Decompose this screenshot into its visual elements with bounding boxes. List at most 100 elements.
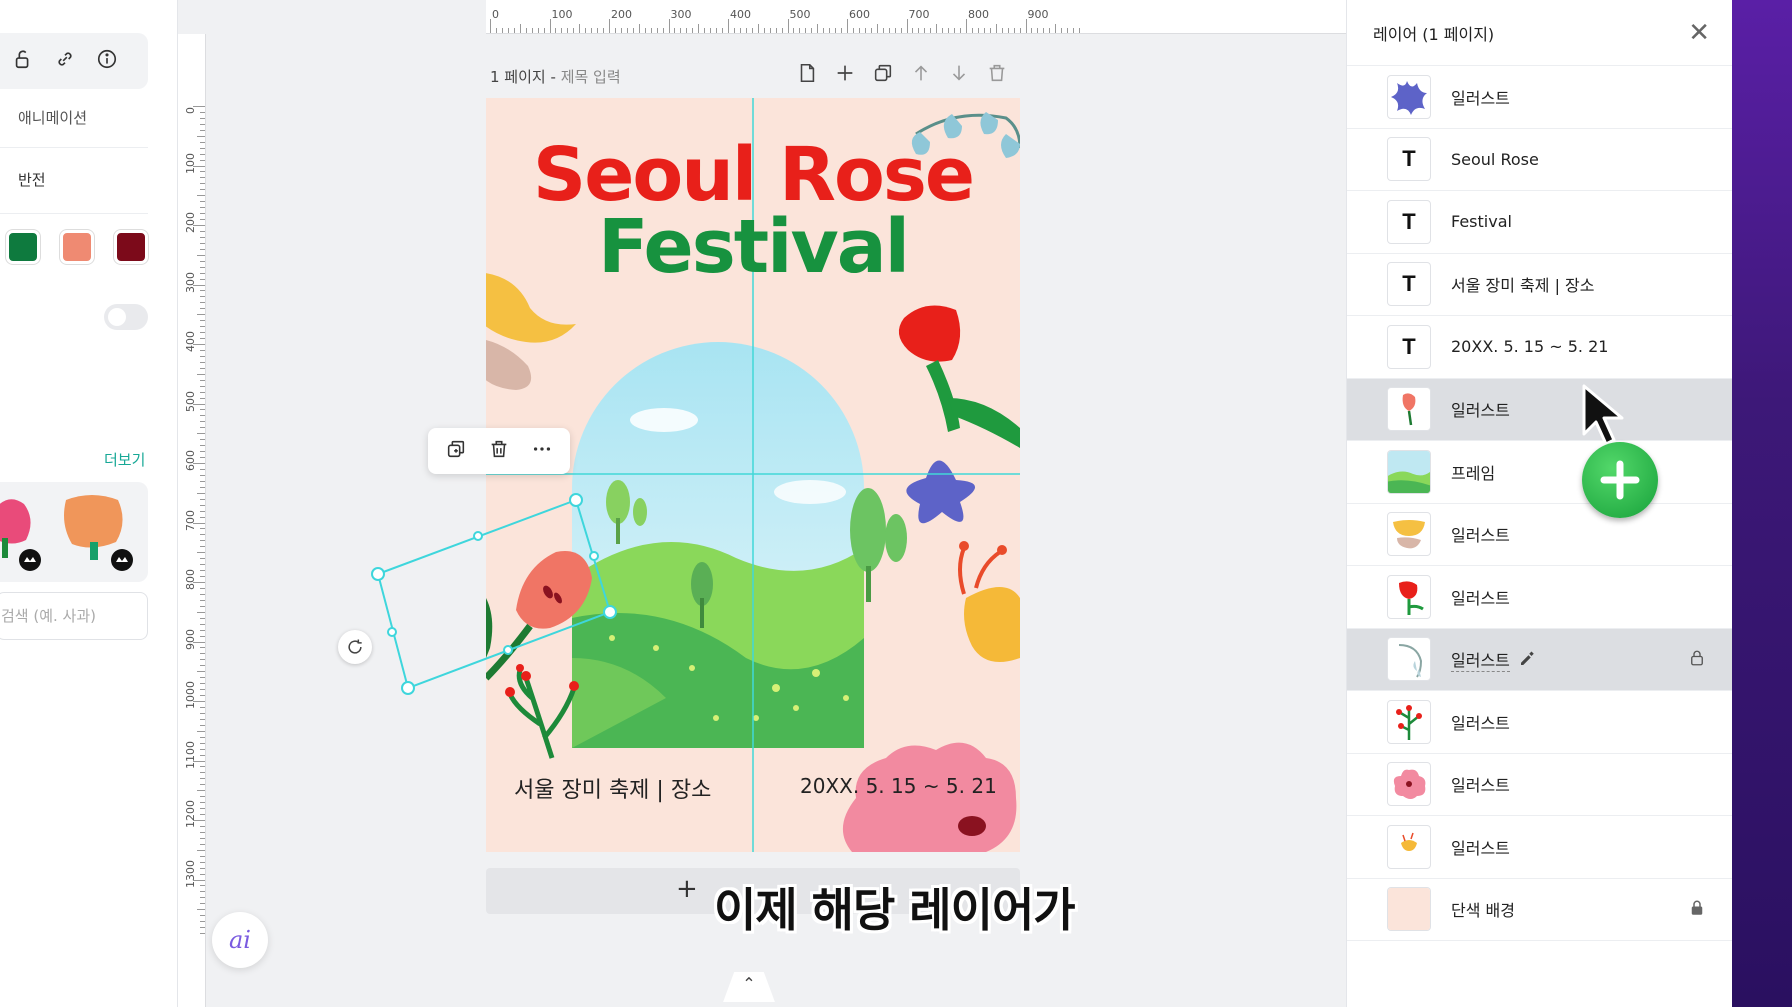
ruler-tick <box>193 760 205 762</box>
ruler-tick <box>197 433 205 435</box>
ruler-tick <box>200 177 205 179</box>
resize-handle[interactable] <box>589 551 599 561</box>
poster-page[interactable]: Seoul Rose Festival 서울 장미 축제 | 장소 20XX. … <box>486 98 1020 852</box>
info-icon[interactable] <box>96 48 118 74</box>
layer-row[interactable]: 일러스트 <box>1347 628 1732 691</box>
ruler-tick <box>200 516 205 518</box>
more-icon[interactable] <box>531 438 553 464</box>
ruler-tick <box>200 201 205 203</box>
move-up-icon[interactable] <box>910 62 932 84</box>
duplicate-icon[interactable] <box>445 438 467 464</box>
ruler-tick <box>200 236 205 238</box>
resize-handle[interactable] <box>569 493 583 507</box>
rotate-handle[interactable] <box>338 630 372 664</box>
poster-title-line1[interactable]: Seoul Rose <box>486 138 1020 212</box>
ruler-tick <box>960 28 962 33</box>
ruler-tick <box>200 385 205 387</box>
layer-row[interactable]: 일러스트 <box>1347 66 1732 129</box>
blue-flower-illustration[interactable] <box>906 460 976 524</box>
orange-tulip-thumb[interactable] <box>64 495 133 571</box>
ruler-tick-label: 800 <box>184 569 197 590</box>
layer-label: 일러스트 <box>1451 588 1510 608</box>
delete-page-icon[interactable] <box>986 62 1008 84</box>
ruler-tick <box>983 28 985 33</box>
ruler-tick <box>525 28 527 33</box>
layer-row[interactable]: 일러스트 <box>1347 504 1732 566</box>
page-icon[interactable] <box>796 62 818 84</box>
unlock-icon[interactable] <box>12 48 34 74</box>
layer-list: 일러스트 T Seoul Rose T Festival T 서울 장미 축제 | 장소 T 2… <box>1347 66 1732 941</box>
close-icon[interactable]: ✕ <box>1688 20 1710 46</box>
layer-label: 단색 배경 <box>1451 901 1515 921</box>
ruler-tick <box>200 219 205 221</box>
object-toolbar <box>0 33 148 89</box>
unlock-icon[interactable] <box>1688 649 1706 671</box>
layer-row[interactable]: 프레임 <box>1347 441 1732 504</box>
layer-thumbnail <box>1387 574 1431 619</box>
move-down-icon[interactable] <box>948 62 970 84</box>
poster-title-line2[interactable]: Festival <box>486 210 1020 284</box>
layer-label[interactable]: 일러스트 <box>1451 647 1510 672</box>
resize-handle[interactable] <box>401 681 415 695</box>
ruler-tick <box>200 742 205 744</box>
lock-icon[interactable] <box>1688 899 1706 921</box>
ruler-tick <box>597 28 599 33</box>
flip-option[interactable]: 반전 <box>0 162 148 214</box>
ruler-tick <box>197 671 205 673</box>
pencil-icon[interactable] <box>1518 650 1536 668</box>
poster-info-right[interactable]: 20XX. 5. 15 ~ 5. 21 <box>800 774 997 798</box>
resize-handle[interactable] <box>603 605 617 619</box>
ruler-tick <box>537 28 539 33</box>
ruler-tick <box>200 677 205 679</box>
layer-row[interactable]: T 서울 장미 축제 | 장소 <box>1347 254 1732 316</box>
swatch-salmon[interactable] <box>60 230 94 264</box>
yellow-flower-illustration[interactable] <box>486 272 576 390</box>
ruler-tick <box>930 28 932 33</box>
orange-flower-illustration[interactable] <box>958 541 1020 662</box>
poster-info-left[interactable]: 서울 장미 축제 | 장소 <box>514 772 711 804</box>
pink-tulip-thumb[interactable] <box>0 499 41 571</box>
ruler-tick <box>200 379 205 381</box>
ruler-tick <box>1007 28 1009 33</box>
link-icon[interactable] <box>54 48 76 74</box>
layer-row[interactable]: T Festival <box>1347 191 1732 254</box>
layer-row[interactable]: 단색 배경 <box>1347 879 1732 941</box>
ruler-tick <box>197 611 205 613</box>
ruler-tick-label: 100 <box>184 152 197 174</box>
add-page-icon[interactable] <box>834 62 856 84</box>
toggle-switch[interactable] <box>104 304 148 330</box>
ruler-tick <box>200 409 205 411</box>
layers-panel-title: 레이어 (1 페이지) <box>1373 24 1495 44</box>
layer-row[interactable]: 일러스트 <box>1347 566 1732 629</box>
ai-assistant-button[interactable]: ai <box>212 912 268 968</box>
ruler-tick <box>543 28 545 33</box>
swatch-green[interactable] <box>6 230 40 264</box>
resize-handle[interactable] <box>371 567 385 581</box>
element-search-input[interactable]: 검색 (예. 사과) <box>0 592 148 640</box>
page-title-input[interactable]: 제목 입력 <box>561 68 621 86</box>
ruler-tick <box>200 724 205 726</box>
ruler-tick-label: 900 <box>1027 8 1049 21</box>
ruler-tick <box>781 28 783 33</box>
ruler-tick <box>200 754 205 756</box>
duplicate-page-icon[interactable] <box>872 62 894 84</box>
ruler-tick <box>200 504 205 506</box>
trash-icon[interactable] <box>488 438 510 464</box>
resize-handle[interactable] <box>503 645 513 655</box>
layer-row[interactable]: T Seoul Rose <box>1347 129 1732 191</box>
layer-row[interactable]: 일러스트 <box>1347 378 1732 441</box>
layer-row[interactable]: 일러스트 <box>1347 754 1732 816</box>
ruler-tick <box>200 570 205 572</box>
text-layer-icon: T <box>1387 137 1431 182</box>
red-tulip-illustration[interactable] <box>898 305 1020 449</box>
chevron-up-icon[interactable]: ⌃ <box>723 972 775 1002</box>
animation-option[interactable]: 애니메이션 <box>0 100 148 148</box>
layer-row[interactable]: T 20XX. 5. 15 ~ 5. 21 <box>1347 316 1732 379</box>
layer-row[interactable]: 일러스트 <box>1347 691 1732 754</box>
more-link[interactable]: 더보기 <box>104 449 145 470</box>
swatch-burgundy[interactable] <box>114 230 148 264</box>
resize-handle[interactable] <box>473 531 483 541</box>
resize-handle[interactable] <box>387 627 397 637</box>
selection-box[interactable] <box>368 488 628 708</box>
layer-row[interactable]: 일러스트 <box>1347 816 1732 879</box>
